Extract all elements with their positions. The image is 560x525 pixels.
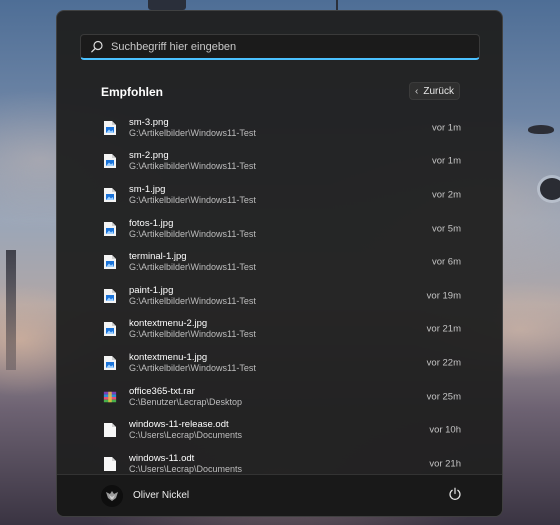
search-icon: [89, 39, 105, 55]
recommended-item[interactable]: sm-1.jpg G:\Artikelbilder\Windows11-Test v…: [93, 178, 473, 212]
avatar[interactable]: [101, 485, 123, 507]
file-name: sm-1.jpg: [129, 183, 166, 195]
file-path: G:\Artikelbilder\Windows11-Test: [129, 329, 256, 340]
file-path: G:\Artikelbilder\Windows11-Test: [129, 161, 256, 172]
file-time: vor 22m: [426, 357, 461, 369]
image-file-icon: [103, 120, 117, 136]
document-file-icon: [103, 422, 117, 438]
file-path: C:\Benutzer\Lecrap\Desktop: [129, 396, 243, 407]
recommended-item[interactable]: sm-2.png G:\Artikelbilder\Windows11-Test v…: [93, 145, 473, 179]
image-file-icon: [103, 288, 117, 304]
back-button[interactable]: ‹ Zurück: [409, 82, 460, 100]
file-path: G:\Artikelbilder\Windows11-Test: [129, 262, 256, 273]
recommended-item[interactable]: terminal-1.jpg G:\Artikelbilder\Windows11…: [93, 245, 473, 279]
recommended-item[interactable]: fotos-1.jpg G:\Artikelbilder\Windows11-Te…: [93, 212, 473, 246]
user-name[interactable]: Oliver Nickel: [133, 490, 189, 501]
image-file-icon: [103, 254, 117, 270]
recommended-list: sm-3.png G:\Artikelbilder\Windows11-Test v…: [93, 111, 473, 481]
file-text: terminal-1.jpg G:\Artikelbilder\Windows11…: [129, 251, 256, 273]
file-time: vor 19m: [426, 290, 461, 302]
file-path: G:\Artikelbilder\Windows11-Test: [129, 295, 256, 306]
file-time: vor 5m: [431, 223, 461, 235]
file-name: paint-1.jpg: [129, 284, 174, 296]
image-file-icon: [103, 187, 117, 203]
file-name: windows-11-release.odt: [129, 419, 229, 431]
search-box[interactable]: [80, 34, 480, 60]
start-menu-panel: Empfohlen ‹ Zurück sm-3.pngG:\Artikelbil…: [56, 10, 503, 517]
power-button[interactable]: [445, 486, 465, 506]
file-time: vor 1m: [431, 155, 461, 167]
wallpaper-mast: [336, 0, 338, 10]
archive-file-icon: [103, 389, 117, 405]
file-text: fotos-1.jpg G:\Artikelbilder\Windows11-Te…: [129, 218, 256, 240]
file-name: windows-11.odt: [129, 452, 195, 464]
file-path: C:\Users\Lecrap\Documents: [129, 430, 243, 441]
file-time: vor 10h: [429, 424, 461, 436]
file-time: vor 25m: [426, 391, 461, 403]
image-file-icon: [103, 221, 117, 237]
file-text: windows-11-release.odt C:\Users\Lecrap\Do…: [129, 419, 242, 441]
image-file-icon: [103, 153, 117, 169]
file-text: paint-1.jpg G:\Artikelbilder\Windows11-Te…: [129, 285, 256, 307]
start-footer: Oliver Nickel: [57, 474, 502, 516]
power-icon: [448, 487, 462, 506]
file-text: sm-1.jpg G:\Artikelbilder\Windows11-Test: [129, 184, 256, 206]
document-file-icon: [103, 456, 117, 472]
recommended-item[interactable]: office365-txt.rar C:\Benutzer\Lecrap\Desk…: [93, 380, 473, 414]
file-text: kontextmenu-1.jpg G:\Artikelbilder\Window…: [129, 352, 256, 374]
image-file-icon: [103, 355, 117, 371]
recommended-item[interactable]: kontextmenu-2.jpg G:\Artikelbilder\Window…: [93, 313, 473, 347]
file-time: vor 2m: [431, 189, 461, 201]
file-name: sm-2.png: [129, 150, 169, 162]
recommended-item[interactable]: windows-11-release.odt C:\Users\Lecrap\Do…: [93, 413, 473, 447]
file-name: sm-3.png: [129, 116, 169, 128]
file-text: sm-3.png G:\Artikelbilder\Windows11-Test: [129, 117, 256, 139]
chevron-left-icon: ‹: [415, 85, 419, 97]
file-path: G:\Artikelbilder\Windows11-Test: [129, 228, 256, 239]
recommended-item[interactable]: kontextmenu-1.jpg G:\Artikelbilder\Window…: [93, 346, 473, 380]
image-file-icon: [103, 321, 117, 337]
file-path: G:\Artikelbilder\Windows11-Test: [129, 362, 256, 373]
recommended-title: Empfohlen: [101, 85, 163, 99]
back-button-label: Zurück: [423, 85, 454, 97]
file-time: vor 21h: [429, 458, 461, 470]
wallpaper-tower: [148, 0, 186, 10]
file-time: vor 6m: [431, 256, 461, 268]
file-path: G:\Artikelbilder\Windows11-Test: [129, 194, 256, 205]
search-input[interactable]: [111, 40, 471, 53]
file-name: terminal-1.jpg: [129, 251, 187, 263]
file-name: kontextmenu-1.jpg: [129, 351, 208, 363]
wallpaper-structure: [6, 250, 16, 370]
file-name: kontextmenu-2.jpg: [129, 318, 208, 330]
file-name: fotos-1.jpg: [129, 217, 174, 229]
file-text: sm-2.png G:\Artikelbilder\Windows11-Test: [129, 150, 256, 172]
file-text: kontextmenu-2.jpg G:\Artikelbilder\Window…: [129, 318, 256, 340]
recommended-item[interactable]: paint-1.jpg G:\Artikelbilder\Windows11-Te…: [93, 279, 473, 313]
wallpaper-airship-2: [540, 178, 560, 200]
file-path: G:\Artikelbilder\Windows11-Test: [129, 127, 256, 138]
file-text: office365-txt.rar C:\Benutzer\Lecrap\Desk…: [129, 386, 242, 408]
file-time: vor 1m: [431, 122, 461, 134]
file-name: office365-txt.rar: [129, 385, 195, 397]
wallpaper-airship: [528, 125, 554, 134]
file-time: vor 21m: [426, 323, 461, 335]
recommended-item[interactable]: sm-3.png G:\Artikelbilder\Windows11-Test v…: [93, 111, 473, 145]
file-text: windows-11.odt C:\Users\Lecrap\Documents: [129, 453, 242, 475]
